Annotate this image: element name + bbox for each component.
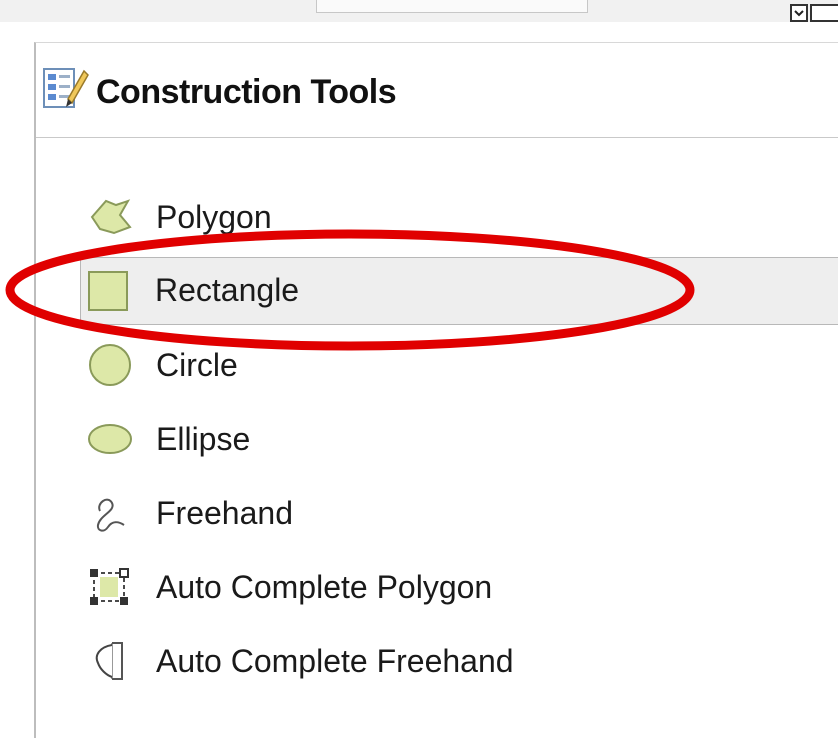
auto-complete-freehand-icon bbox=[95, 642, 123, 680]
tool-label: Rectangle bbox=[155, 272, 300, 308]
chevron-down-icon bbox=[794, 10, 804, 17]
tool-label: Auto Complete Freehand bbox=[156, 643, 514, 679]
auto-complete-polygon-icon bbox=[90, 568, 129, 605]
scroll-down-button[interactable] bbox=[790, 4, 808, 22]
panel-header: Construction Tools bbox=[36, 43, 838, 138]
polygon-icon bbox=[90, 199, 132, 235]
construction-tools-panel: Construction Tools Polygon Rectangle Cir… bbox=[34, 42, 838, 738]
tool-item-auto-complete-freehand[interactable]: Auto Complete Freehand bbox=[80, 627, 838, 695]
tool-item-ellipse[interactable]: Ellipse bbox=[80, 405, 838, 473]
circle-icon bbox=[89, 344, 131, 386]
panel-title: Construction Tools bbox=[96, 73, 397, 111]
tool-label: Polygon bbox=[156, 199, 272, 235]
tool-label: Ellipse bbox=[156, 421, 251, 457]
construction-tools-icon bbox=[43, 68, 89, 108]
tool-item-rectangle[interactable]: Rectangle bbox=[80, 257, 838, 325]
panel-options-button[interactable] bbox=[810, 4, 838, 22]
rectangle-icon bbox=[88, 271, 128, 311]
tool-item-circle[interactable]: Circle bbox=[80, 331, 838, 399]
tool-label: Auto Complete Polygon bbox=[156, 569, 493, 605]
top-toolbar-strip bbox=[0, 0, 838, 22]
freehand-icon bbox=[96, 498, 125, 532]
tool-label: Freehand bbox=[156, 495, 293, 531]
tool-item-polygon[interactable]: Polygon bbox=[80, 183, 838, 251]
template-dropdown[interactable] bbox=[316, 0, 588, 13]
tool-label: Circle bbox=[156, 347, 238, 383]
ellipse-icon bbox=[88, 424, 132, 454]
tool-item-auto-complete-polygon[interactable]: Auto Complete Polygon bbox=[80, 553, 838, 621]
tool-item-freehand[interactable]: Freehand bbox=[80, 479, 838, 547]
